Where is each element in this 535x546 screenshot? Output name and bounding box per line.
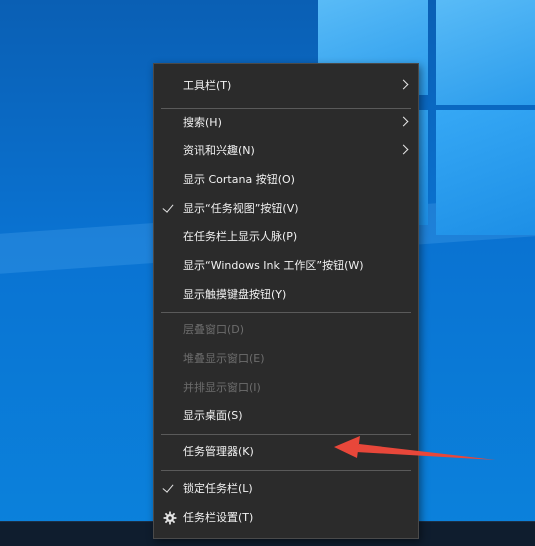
menu-item-label: 堆叠显示窗口(E) xyxy=(183,352,265,365)
menu-item-show-task-view[interactable]: 显示“任务视图”按钮(V) xyxy=(154,196,418,222)
windows-logo-pane xyxy=(436,0,535,105)
menu-item-label: 并排显示窗口(I) xyxy=(183,381,261,394)
chevron-right-icon xyxy=(398,79,409,90)
menu-item-label: 任务管理器(K) xyxy=(183,445,254,458)
menu-separator xyxy=(161,108,411,109)
checkmark-icon xyxy=(162,201,174,213)
menu-item-label: 层叠窗口(D) xyxy=(183,323,245,336)
menu-item-side-by-side: 并排显示窗口(I) xyxy=(154,375,418,401)
menu-item-show-people[interactable]: 在任务栏上显示人脉(P) xyxy=(154,224,418,250)
menu-item-label: 显示触摸键盘按钮(Y) xyxy=(183,288,287,301)
menu-item-search[interactable]: 搜索(H) xyxy=(154,110,418,136)
menu-item-label: 资讯和兴趣(N) xyxy=(183,144,255,157)
menu-item-label: 工具栏(T) xyxy=(183,79,232,92)
chevron-right-icon xyxy=(398,144,409,155)
menu-item-toolbars[interactable]: 工具栏(T) xyxy=(154,73,418,99)
menu-item-stack-windows: 堆叠显示窗口(E) xyxy=(154,346,418,372)
menu-item-news-interests[interactable]: 资讯和兴趣(N) xyxy=(154,138,418,164)
menu-item-show-touch-keyboard[interactable]: 显示触摸键盘按钮(Y) xyxy=(154,282,418,308)
menu-item-show-desktop[interactable]: 显示桌面(S) xyxy=(154,403,418,429)
menu-item-label: 显示 Cortana 按钮(O) xyxy=(183,173,295,186)
windows-logo-pane xyxy=(436,110,535,235)
menu-item-taskbar-settings[interactable]: 任务栏设置(T) xyxy=(154,505,418,531)
menu-item-lock-taskbar[interactable]: 锁定任务栏(L) xyxy=(154,476,418,502)
menu-separator xyxy=(161,470,411,471)
annotation-arrow xyxy=(334,436,496,460)
checkmark-icon xyxy=(162,481,174,493)
menu-item-label: 显示“任务视图”按钮(V) xyxy=(183,202,299,215)
chevron-right-icon xyxy=(398,116,409,127)
menu-item-show-windows-ink[interactable]: 显示“Windows Ink 工作区”按钮(W) xyxy=(154,253,418,279)
menu-item-label: 锁定任务栏(L) xyxy=(183,482,253,495)
menu-item-cascade-windows: 层叠窗口(D) xyxy=(154,317,418,343)
menu-item-label: 显示桌面(S) xyxy=(183,409,243,422)
menu-item-label: 在任务栏上显示人脉(P) xyxy=(183,230,298,243)
menu-item-label: 搜索(H) xyxy=(183,116,222,129)
menu-item-label: 显示“Windows Ink 工作区”按钮(W) xyxy=(183,259,364,272)
menu-item-label: 任务栏设置(T) xyxy=(183,511,254,524)
menu-separator xyxy=(161,312,411,313)
menu-item-show-cortana[interactable]: 显示 Cortana 按钮(O) xyxy=(154,167,418,193)
gear-icon xyxy=(163,511,177,525)
